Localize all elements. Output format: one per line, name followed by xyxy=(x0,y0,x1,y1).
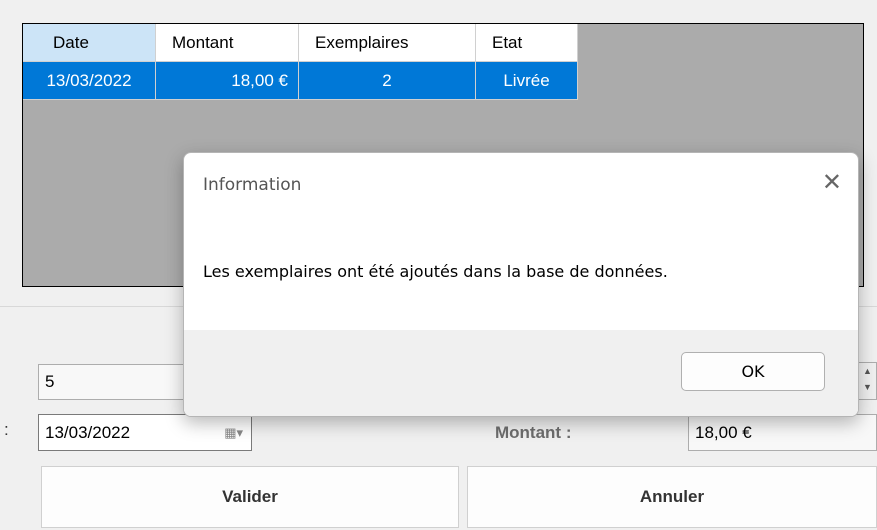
date-picker[interactable]: 13/03/2022 ▦▾ xyxy=(38,414,252,451)
column-header-montant[interactable]: Montant xyxy=(156,24,299,62)
date-value: 13/03/2022 xyxy=(45,422,131,442)
table-row[interactable]: 13/03/2022 18,00 € 2 Livrée xyxy=(23,62,578,100)
cell-exemplaires[interactable]: 2 xyxy=(299,62,476,100)
ok-button[interactable]: OK xyxy=(681,352,825,391)
column-header-etat[interactable]: Etat xyxy=(476,24,578,62)
quantity-value: 5 xyxy=(45,372,55,391)
dialog-message: Les exemplaires ont été ajoutés dans la … xyxy=(203,262,668,281)
valider-button[interactable]: Valider xyxy=(41,466,459,528)
dialog-footer: OK xyxy=(184,330,858,416)
montant-value: 18,00 € xyxy=(695,422,752,442)
montant-field[interactable]: 18,00 € xyxy=(688,414,877,451)
grid-header-row: Date Montant Exemplaires Etat xyxy=(23,24,578,62)
dialog-title: Information xyxy=(203,175,302,195)
montant-label: Montant : xyxy=(495,423,572,442)
cell-date[interactable]: 13/03/2022 xyxy=(23,62,156,100)
column-header-date[interactable]: Date xyxy=(23,24,156,62)
cell-montant[interactable]: 18,00 € xyxy=(156,62,299,100)
annuler-button[interactable]: Annuler xyxy=(467,466,877,528)
quantity-spinner[interactable]: ▲ ▼ xyxy=(858,362,877,400)
quantity-input[interactable]: 5 xyxy=(38,364,188,400)
column-header-exemplaires[interactable]: Exemplaires xyxy=(299,24,476,62)
date-label-colon: : xyxy=(4,420,9,439)
close-icon[interactable]: ✕ xyxy=(822,167,842,197)
cell-etat[interactable]: Livrée xyxy=(476,62,578,100)
calendar-dropdown-icon[interactable]: ▦▾ xyxy=(224,425,243,441)
information-dialog: Information ✕ Les exemplaires ont été aj… xyxy=(183,152,859,417)
